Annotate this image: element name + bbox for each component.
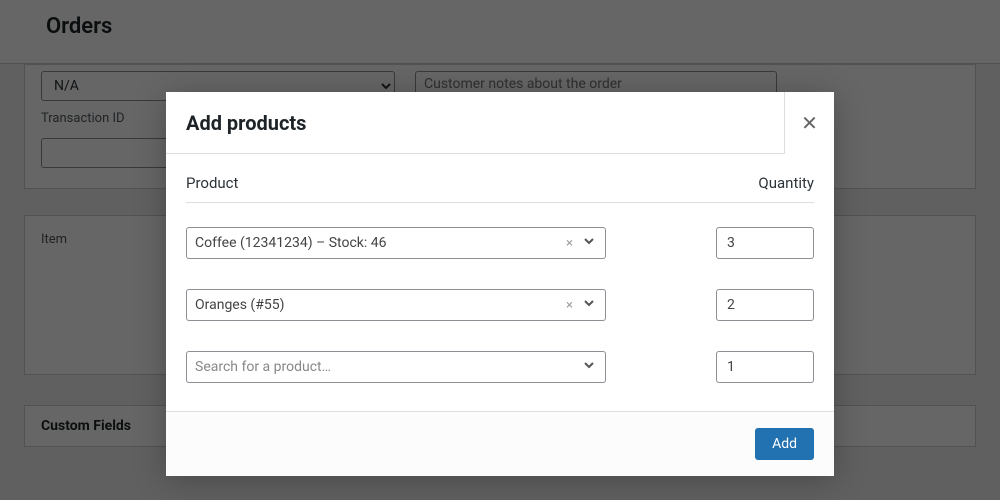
clear-icon[interactable]: ×	[566, 236, 573, 251]
quantity-input[interactable]	[716, 351, 814, 383]
product-select[interactable]: Coffee (12341234) – Stock: 46 ×	[186, 227, 606, 259]
product-search-select[interactable]: Search for a product…	[186, 351, 606, 383]
modal-body: Product Quantity Coffee (12341234) – Sto…	[166, 154, 834, 411]
modal-overlay[interactable]: Add products ✕ Product Quantity Coffee (…	[0, 0, 1000, 500]
quantity-column-header: Quantity	[758, 174, 814, 192]
chevron-down-icon	[581, 295, 597, 315]
product-row: Search for a product…	[186, 351, 814, 383]
modal-title: Add products	[166, 111, 306, 135]
product-column-header: Product	[186, 174, 238, 192]
chevron-down-icon	[581, 357, 597, 377]
quantity-input[interactable]	[716, 227, 814, 259]
product-select-value: Coffee (12341234) – Stock: 46	[195, 235, 387, 251]
clear-icon[interactable]: ×	[566, 298, 573, 313]
product-select[interactable]: Oranges (#55) ×	[186, 289, 606, 321]
add-products-modal: Add products ✕ Product Quantity Coffee (…	[166, 92, 834, 476]
product-row: Oranges (#55) ×	[186, 289, 814, 321]
product-select-value: Oranges (#55)	[195, 297, 284, 313]
close-icon: ✕	[801, 111, 818, 135]
modal-footer: Add	[166, 411, 834, 476]
quantity-input[interactable]	[716, 289, 814, 321]
close-button[interactable]: ✕	[784, 92, 834, 154]
chevron-down-icon	[581, 233, 597, 253]
product-row: Coffee (12341234) – Stock: 46 ×	[186, 227, 814, 259]
product-search-placeholder: Search for a product…	[195, 359, 331, 375]
modal-header: Add products ✕	[166, 92, 834, 154]
add-button[interactable]: Add	[755, 428, 814, 460]
